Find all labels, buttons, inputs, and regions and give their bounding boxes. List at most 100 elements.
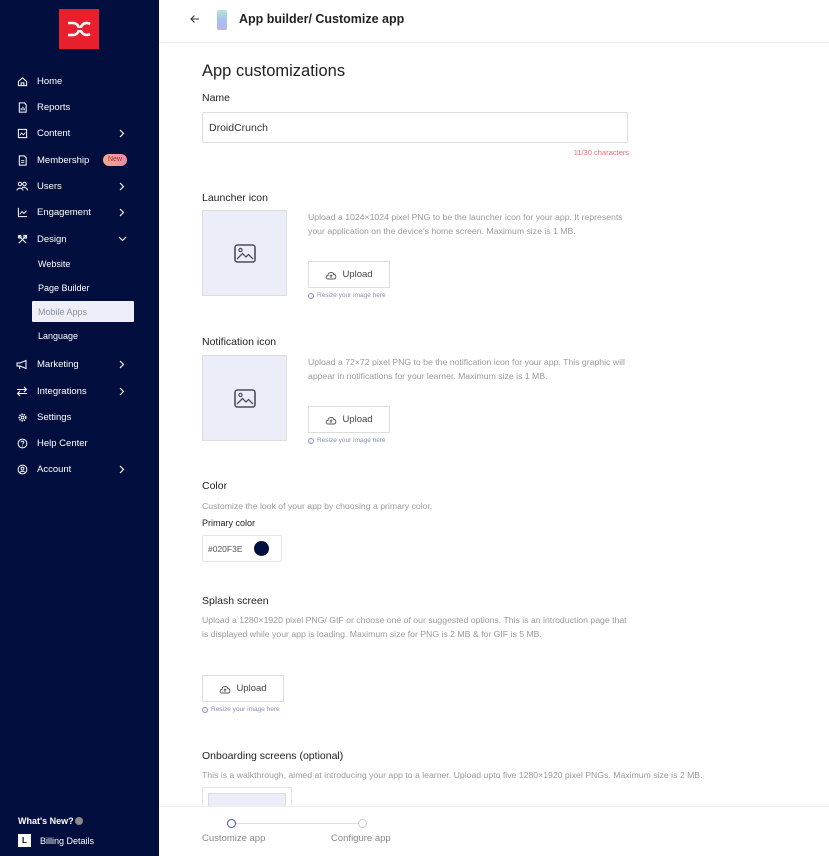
chevron-right-icon[interactable] bbox=[117, 127, 127, 139]
info-icon: i bbox=[308, 437, 314, 444]
whats-new-link[interactable]: What's New? bbox=[18, 816, 83, 826]
step-dot-configure[interactable] bbox=[358, 819, 367, 828]
sidebar: Home Reports Content Membership New User… bbox=[0, 0, 159, 856]
notification-resize-link[interactable]: i Resize your image here bbox=[308, 437, 386, 444]
chevron-right-icon[interactable] bbox=[117, 463, 127, 475]
name-label: Name bbox=[202, 92, 231, 104]
back-arrow-icon[interactable] bbox=[188, 12, 202, 26]
brand-logo[interactable] bbox=[59, 9, 99, 49]
sidebar-item-membership[interactable]: Membership New bbox=[16, 150, 146, 170]
sidebar-item-label: Settings bbox=[37, 411, 72, 423]
upload-label: Upload bbox=[342, 269, 373, 280]
gear-icon bbox=[16, 411, 28, 423]
subitem-label: Website bbox=[38, 258, 71, 269]
notification-icon-label: Notification icon bbox=[202, 336, 277, 348]
step-label-configure[interactable]: Configure app bbox=[331, 833, 391, 844]
sidebar-subitem-mobile-apps[interactable]: Mobile Apps bbox=[32, 301, 134, 322]
upload-label: Upload bbox=[342, 414, 373, 425]
sidebar-item-label: Engagement bbox=[37, 206, 91, 218]
subitem-label: Page Builder bbox=[38, 282, 90, 293]
sidebar-item-reports[interactable]: Reports bbox=[16, 97, 146, 117]
splash-resize-link[interactable]: i Resize your image here bbox=[202, 706, 280, 713]
stepper-footer: Customize app Configure app bbox=[159, 806, 829, 856]
chevron-down-icon[interactable] bbox=[117, 233, 127, 245]
billing-label: Billing Details bbox=[40, 835, 95, 846]
color-swatch[interactable] bbox=[253, 541, 269, 556]
info-icon: i bbox=[308, 292, 314, 299]
app-name-input[interactable] bbox=[202, 112, 628, 143]
sidebar-item-marketing[interactable]: Marketing bbox=[16, 354, 146, 374]
content-icon bbox=[16, 127, 28, 139]
top-bar: App builder/ Customize app bbox=[159, 0, 829, 43]
chart-icon bbox=[16, 206, 28, 218]
sidebar-subitem-page-builder[interactable]: Page Builder bbox=[32, 277, 134, 298]
primary-color-picker[interactable]: #020F3E bbox=[202, 535, 282, 562]
sidebar-item-label: Account bbox=[37, 463, 72, 475]
sidebar-item-content[interactable]: Content bbox=[16, 123, 146, 143]
notification-dot bbox=[74, 817, 83, 825]
billing-details-link[interactable]: L Billing Details bbox=[18, 834, 94, 847]
sidebar-item-account[interactable]: Account bbox=[16, 459, 146, 479]
report-icon bbox=[16, 101, 28, 113]
notification-upload-button[interactable]: Upload bbox=[308, 406, 390, 433]
sidebar-subitem-language[interactable]: Language bbox=[32, 325, 134, 346]
info-icon: i bbox=[202, 706, 208, 713]
whats-new-label: What's New? bbox=[18, 816, 74, 826]
launcher-resize-link[interactable]: i Resize your image here bbox=[308, 292, 386, 299]
avatar: L bbox=[18, 834, 31, 847]
chevron-right-icon[interactable] bbox=[117, 358, 127, 370]
sidebar-item-label: Integrations bbox=[37, 385, 87, 397]
megaphone-icon bbox=[16, 358, 28, 370]
image-placeholder-icon bbox=[233, 388, 256, 408]
launcher-icon-preview[interactable] bbox=[202, 210, 287, 296]
sidebar-item-label: Membership bbox=[37, 154, 90, 166]
resize-label: Resize your image here bbox=[317, 437, 386, 444]
image-placeholder-icon bbox=[233, 243, 256, 263]
sidebar-item-engagement[interactable]: Engagement bbox=[16, 202, 146, 222]
launcher-icon-description: Upload a 1024×1024 pixel PNG to be the l… bbox=[308, 212, 623, 236]
stepper-connector bbox=[236, 823, 358, 824]
cloud-upload-icon bbox=[326, 271, 337, 279]
chevron-right-icon[interactable] bbox=[117, 206, 127, 218]
membership-icon bbox=[16, 154, 28, 166]
page-breadcrumb: App builder/ Customize app bbox=[239, 12, 405, 26]
primary-color-value: #020F3E bbox=[208, 543, 243, 554]
resize-label: Resize your image here bbox=[211, 706, 280, 713]
splash-upload-button[interactable]: Upload bbox=[202, 675, 284, 702]
design-icon bbox=[16, 233, 28, 245]
app-thumbnail-icon bbox=[217, 10, 227, 30]
swap-icon bbox=[16, 385, 28, 397]
users-icon bbox=[16, 180, 28, 192]
home-icon bbox=[16, 75, 28, 87]
primary-color-label: Primary color bbox=[202, 518, 256, 528]
sidebar-item-integrations[interactable]: Integrations bbox=[16, 381, 146, 401]
sidebar-item-label: Home bbox=[37, 75, 63, 87]
cloud-upload-icon bbox=[220, 685, 231, 693]
color-section-label: Color bbox=[202, 480, 228, 492]
sidebar-item-design[interactable]: Design bbox=[16, 229, 146, 249]
chevron-right-icon[interactable] bbox=[117, 385, 127, 397]
sidebar-item-home[interactable]: Home bbox=[16, 71, 146, 91]
sidebar-item-label: Content bbox=[37, 127, 71, 139]
new-badge: New bbox=[103, 154, 128, 166]
sidebar-item-users[interactable]: Users bbox=[16, 176, 146, 196]
subitem-label: Language bbox=[38, 330, 79, 341]
notification-icon-preview[interactable] bbox=[202, 355, 287, 441]
page-title: App customizations bbox=[202, 62, 346, 80]
sidebar-item-label: Users bbox=[37, 180, 62, 192]
subitem-label: Mobile Apps bbox=[38, 306, 88, 317]
chevron-right-icon[interactable] bbox=[117, 180, 127, 192]
help-icon bbox=[16, 437, 28, 449]
splash-screen-description: Upload a 1280×1920 pixel PNG/ GIF or cho… bbox=[202, 615, 627, 639]
step-label-customize[interactable]: Customize app bbox=[202, 833, 265, 844]
color-description: Customize the look of your app by choosi… bbox=[202, 501, 433, 511]
sidebar-item-help-center[interactable]: Help Center bbox=[16, 433, 146, 453]
cloud-upload-icon bbox=[326, 416, 337, 424]
step-dot-customize[interactable] bbox=[227, 819, 236, 828]
dc-logo-icon bbox=[68, 21, 91, 37]
launcher-upload-button[interactable]: Upload bbox=[308, 261, 390, 288]
sidebar-item-settings[interactable]: Settings bbox=[16, 407, 146, 427]
sidebar-subitem-website[interactable]: Website bbox=[32, 253, 134, 274]
sidebar-item-label: Help Center bbox=[37, 437, 88, 449]
onboarding-description: This is a walkthrough, aimed at introduc… bbox=[202, 770, 703, 780]
